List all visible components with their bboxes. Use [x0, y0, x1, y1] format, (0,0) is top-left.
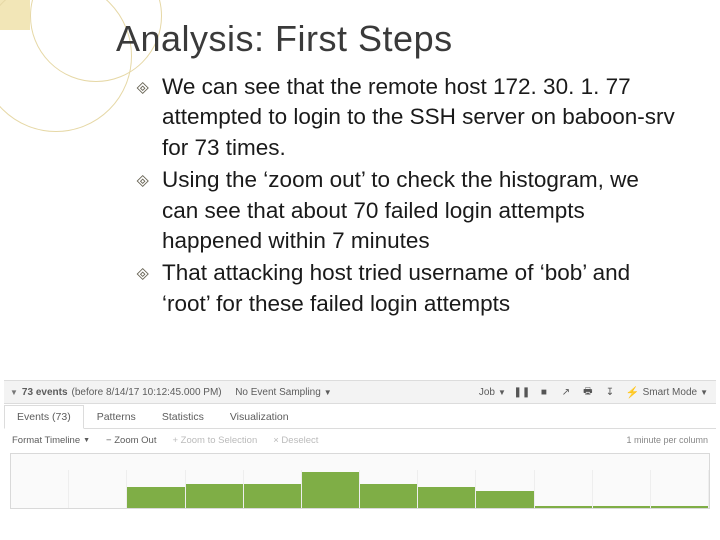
- bullet-text: Using the ‘zoom out’ to check the histog…: [162, 167, 639, 253]
- zoom-to-selection-button[interactable]: + Zoom to Selection: [164, 435, 265, 446]
- pause-icon[interactable]: ❚❚: [516, 386, 528, 398]
- stop-icon[interactable]: ■: [538, 386, 550, 398]
- histogram-cell[interactable]: [593, 470, 651, 508]
- histogram-bar: [418, 487, 475, 508]
- bullet-item: 🞜 We can see that the remote host 172. 3…: [136, 72, 676, 163]
- chevron-down-icon: ▼: [324, 388, 332, 397]
- slide-title: Analysis: First Steps: [116, 18, 453, 60]
- histogram-cell[interactable]: [360, 470, 418, 508]
- histogram-cell[interactable]: [11, 470, 69, 508]
- tab-patterns[interactable]: Patterns: [84, 405, 149, 428]
- histogram-bar: [244, 484, 301, 508]
- histogram-cell[interactable]: [69, 470, 127, 508]
- format-timeline-label: Format Timeline: [12, 435, 80, 446]
- result-tabs: Events (73) Patterns Statistics Visualiz…: [4, 404, 716, 429]
- histogram-cell[interactable]: [651, 470, 709, 508]
- time-range-label: (before 8/14/17 10:12:45.000 PM): [72, 387, 222, 398]
- chevron-down-icon: ▼: [700, 388, 708, 397]
- histogram-cell[interactable]: [476, 470, 534, 508]
- expand-caret-icon[interactable]: ▼: [10, 388, 18, 397]
- smart-mode-dropdown[interactable]: ⚡ Smart Mode ▼: [626, 386, 708, 399]
- result-toolbar: ▼ 73 events (before 8/14/17 10:12:45.000…: [4, 380, 716, 404]
- bolt-icon: ⚡: [626, 386, 640, 399]
- per-column-label: 1 minute per column: [626, 435, 716, 445]
- histogram-bars: [11, 470, 709, 508]
- bullet-item: 🞜 Using the ‘zoom out’ to check the hist…: [136, 165, 676, 256]
- bullet-icon: 🞜: [136, 171, 150, 194]
- histogram-cell[interactable]: [244, 470, 302, 508]
- histogram-bar: [127, 487, 184, 508]
- histogram-bar: [651, 506, 708, 508]
- smart-mode-label: Smart Mode: [643, 387, 697, 398]
- job-label: Job: [479, 387, 495, 398]
- bullet-text: That attacking host tried username of ‘b…: [162, 260, 630, 315]
- histogram-bar: [302, 472, 359, 508]
- histogram-bar: [535, 506, 592, 508]
- tab-visualization[interactable]: Visualization: [217, 405, 302, 428]
- zoom-out-button[interactable]: − Zoom Out: [98, 435, 164, 446]
- event-count-label: 73 events: [22, 387, 68, 398]
- job-dropdown[interactable]: Job ▼: [479, 387, 506, 398]
- histogram-bar: [476, 491, 533, 508]
- share-icon[interactable]: ↗: [560, 386, 572, 398]
- chevron-down-icon: ▼: [498, 388, 506, 397]
- sampling-dropdown[interactable]: No Event Sampling ▼: [235, 387, 332, 398]
- format-timeline-dropdown[interactable]: Format Timeline ▼: [4, 435, 98, 446]
- timeline-toolbar: Format Timeline ▼ − Zoom Out + Zoom to S…: [4, 429, 716, 451]
- export-icon[interactable]: ↧: [604, 386, 616, 398]
- histogram-bar: [593, 506, 650, 508]
- tab-statistics[interactable]: Statistics: [149, 405, 217, 428]
- bullet-item: 🞜 That attacking host tried username of …: [136, 258, 676, 319]
- bullet-text: We can see that the remote host 172. 30.…: [162, 74, 675, 160]
- splunk-screenshot: ▼ 73 events (before 8/14/17 10:12:45.000…: [4, 380, 716, 515]
- deselect-button[interactable]: × Deselect: [265, 435, 326, 446]
- histogram-bar: [360, 484, 417, 508]
- slide: Analysis: First Steps 🞜 We can see that …: [0, 0, 720, 540]
- timeline-histogram[interactable]: [10, 453, 710, 509]
- sampling-label: No Event Sampling: [235, 387, 321, 398]
- tab-events[interactable]: Events (73): [4, 405, 84, 429]
- histogram-cell[interactable]: [535, 470, 593, 508]
- print-icon[interactable]: 🖶: [582, 386, 594, 398]
- slide-body: 🞜 We can see that the remote host 172. 3…: [136, 72, 676, 321]
- histogram-cell[interactable]: [418, 470, 476, 508]
- histogram-bar: [186, 484, 243, 508]
- histogram-cell[interactable]: [127, 470, 185, 508]
- bullet-icon: 🞜: [136, 78, 150, 101]
- histogram-cell[interactable]: [186, 470, 244, 508]
- histogram-cell[interactable]: [302, 470, 360, 508]
- chevron-down-icon: ▼: [83, 437, 90, 444]
- bullet-icon: 🞜: [136, 264, 150, 287]
